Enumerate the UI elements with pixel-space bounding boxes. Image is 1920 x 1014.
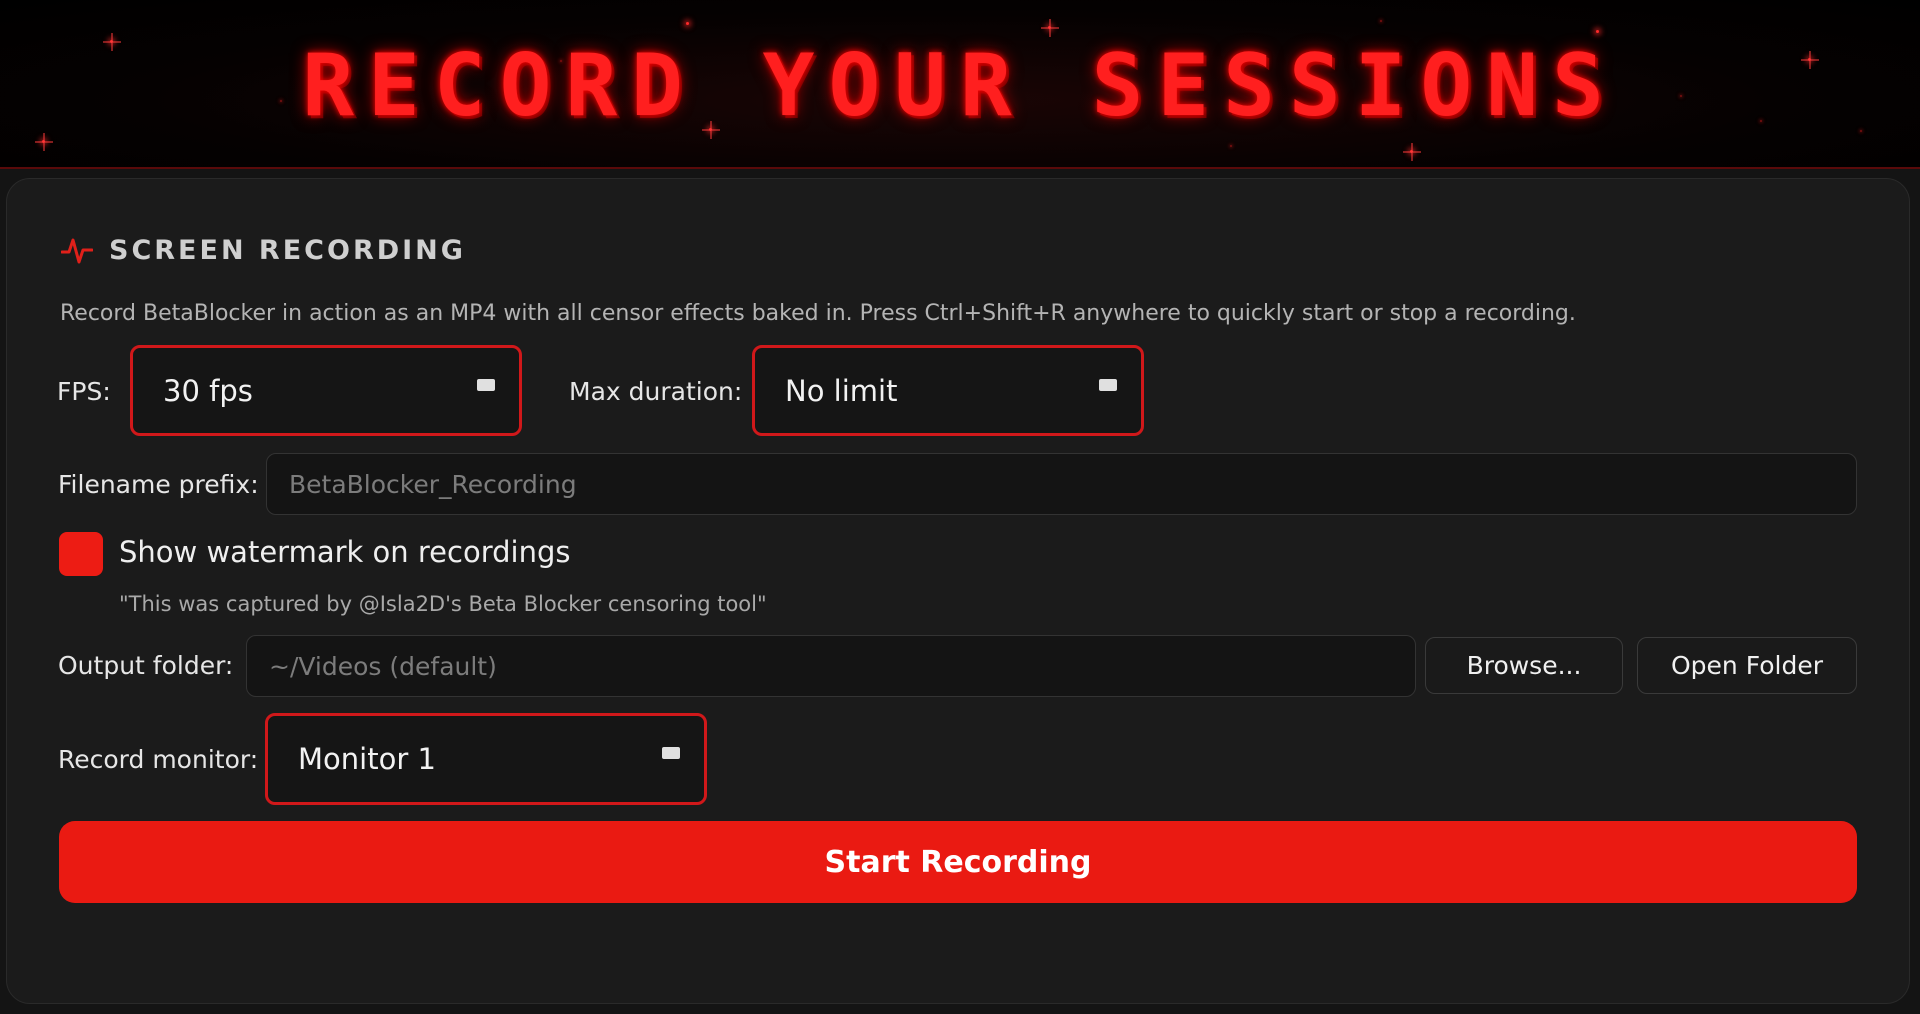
record-monitor-select-value: Monitor 1 — [298, 742, 436, 776]
star-decoration — [1596, 30, 1599, 33]
fps-select[interactable]: 30 fps — [130, 345, 522, 436]
fps-label: FPS: — [57, 377, 111, 406]
max-duration-label: Max duration: — [569, 377, 743, 406]
fps-select-value: 30 fps — [163, 373, 253, 408]
max-duration-select-value: No limit — [785, 373, 898, 408]
watermark-checkbox-label[interactable]: Show watermark on recordings — [119, 535, 570, 569]
output-folder-label: Output folder: — [58, 651, 234, 680]
section-header: SCREEN RECORDING — [61, 235, 466, 266]
filename-prefix-input[interactable]: BetaBlocker_Recording — [266, 453, 1857, 515]
banner: RECORD YOUR SESSIONS — [0, 0, 1920, 169]
star-decoration — [1410, 150, 1413, 153]
screen-recording-panel: SCREEN RECORDING Record BetaBlocker in a… — [6, 178, 1910, 1004]
filename-prefix-label: Filename prefix: — [58, 470, 259, 499]
star-decoration — [1380, 20, 1382, 22]
star-decoration — [686, 22, 689, 25]
banner-title: RECORD YOUR SESSIONS — [302, 36, 1618, 136]
browse-button[interactable]: Browse... — [1425, 637, 1623, 694]
section-title: SCREEN RECORDING — [109, 235, 466, 266]
dropdown-icon — [1099, 379, 1117, 391]
output-folder-input[interactable]: ~/Videos (default) — [246, 635, 1416, 697]
open-folder-button[interactable]: Open Folder — [1637, 637, 1857, 694]
star-decoration — [42, 140, 45, 143]
dropdown-icon — [477, 379, 495, 391]
star-decoration — [1230, 145, 1232, 147]
watermark-note: "This was captured by @Isla2D's Beta Blo… — [119, 592, 767, 616]
pulse-icon — [61, 238, 93, 263]
max-duration-select[interactable]: No limit — [752, 345, 1144, 436]
record-monitor-select[interactable]: Monitor 1 — [265, 713, 707, 805]
filename-prefix-placeholder: BetaBlocker_Recording — [289, 469, 577, 499]
output-folder-placeholder: ~/Videos (default) — [269, 651, 497, 681]
start-recording-button[interactable]: Start Recording — [59, 821, 1857, 903]
record-monitor-label: Record monitor: — [58, 745, 259, 774]
watermark-checkbox[interactable] — [59, 532, 103, 576]
dropdown-icon — [662, 747, 680, 759]
star-decoration — [1048, 26, 1051, 29]
section-description: Record BetaBlocker in action as an MP4 w… — [60, 301, 1576, 326]
